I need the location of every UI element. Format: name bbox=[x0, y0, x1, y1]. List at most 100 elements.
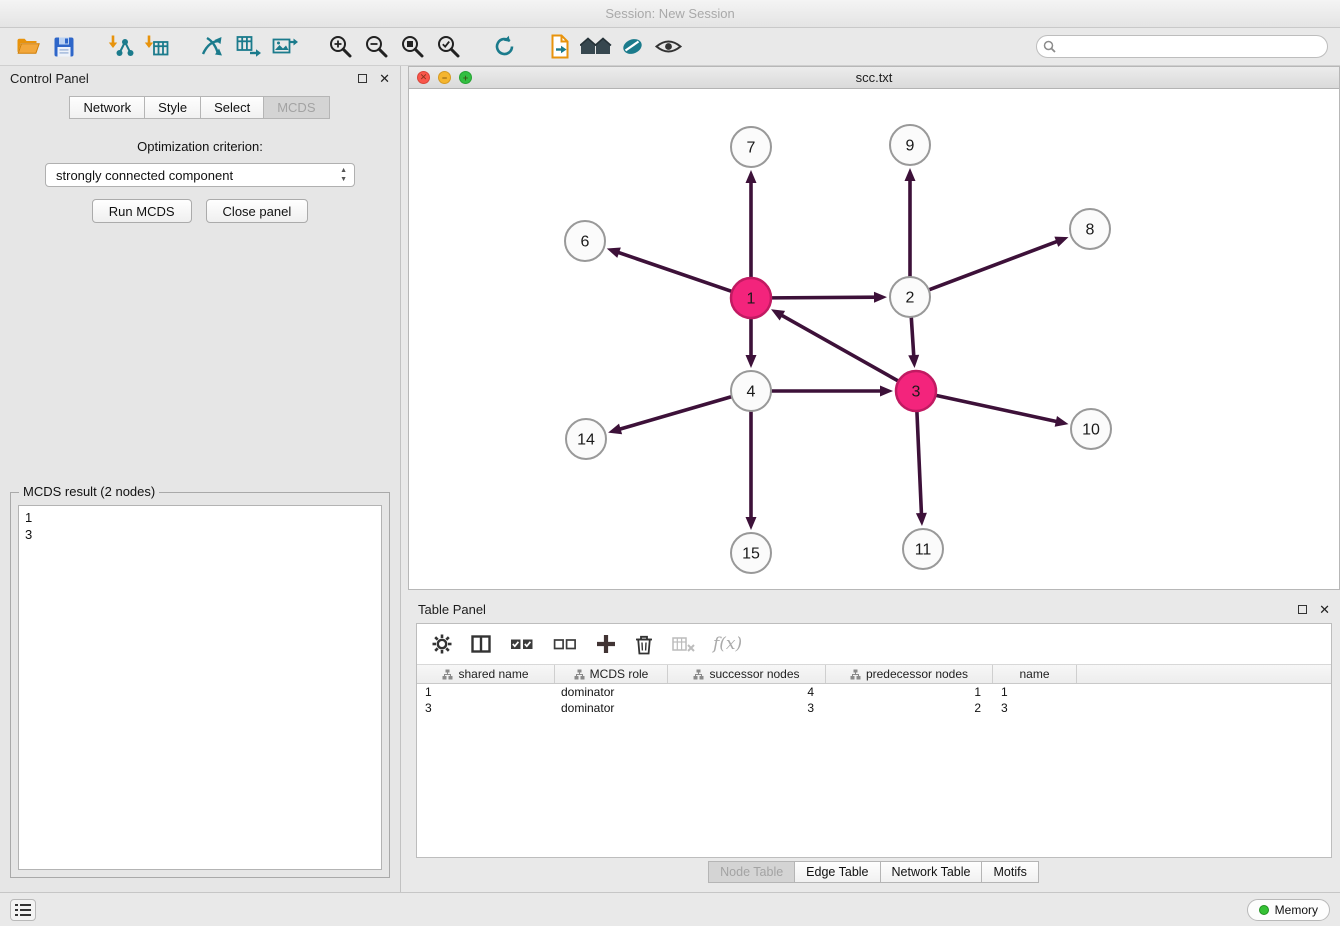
zoom-fit-button[interactable] bbox=[396, 31, 428, 63]
select-all-columns-icon[interactable] bbox=[509, 633, 535, 655]
column-header-predecessor-nodes[interactable]: predecessor nodes bbox=[826, 665, 993, 683]
import-network-button[interactable] bbox=[104, 31, 136, 63]
cell-mcds-role[interactable]: dominator bbox=[555, 685, 668, 699]
cell-name[interactable]: 1 bbox=[993, 685, 1077, 699]
close-window-icon[interactable]: ✕ bbox=[417, 71, 430, 84]
graph-edge-arrowhead bbox=[908, 355, 919, 368]
graph-edge-arrowhead bbox=[905, 168, 916, 181]
graph-node-label: 9 bbox=[906, 138, 915, 155]
apply-style-button[interactable] bbox=[616, 31, 648, 63]
show-graphics-button[interactable] bbox=[652, 31, 684, 63]
close-panel-icon[interactable]: ✕ bbox=[379, 72, 390, 85]
mcds-result-line: 1 bbox=[25, 509, 375, 526]
cell-successor-nodes[interactable]: 3 bbox=[668, 701, 826, 715]
graph-node-label: 6 bbox=[581, 234, 590, 251]
mcds-result-textarea[interactable]: 1 3 bbox=[18, 505, 382, 870]
graph-edge-1-2[interactable] bbox=[772, 297, 877, 298]
cell-shared-name[interactable]: 3 bbox=[417, 701, 555, 715]
cell-predecessor-nodes[interactable]: 2 bbox=[826, 701, 993, 715]
column-label: shared name bbox=[458, 667, 528, 681]
split-view-icon[interactable] bbox=[470, 633, 492, 655]
save-session-button[interactable] bbox=[48, 31, 80, 63]
float-panel-icon[interactable] bbox=[1298, 605, 1307, 614]
add-column-icon[interactable] bbox=[595, 633, 617, 655]
table-panel-content: f(x) shared name MCDS role successor nod… bbox=[416, 623, 1332, 858]
memory-status-icon bbox=[1259, 905, 1269, 915]
float-panel-icon[interactable] bbox=[358, 74, 367, 83]
graph-node-label: 2 bbox=[906, 290, 915, 307]
column-header-shared-name[interactable]: shared name bbox=[417, 665, 555, 683]
deselect-all-columns-icon[interactable] bbox=[552, 633, 578, 655]
criterion-dropdown[interactable]: strongly connected component ▲▼ bbox=[45, 163, 355, 187]
graph-edge-3-11[interactable] bbox=[917, 412, 922, 516]
network-from-selection-button[interactable] bbox=[196, 31, 228, 63]
task-history-button[interactable] bbox=[10, 899, 36, 921]
tab-style[interactable]: Style bbox=[144, 96, 201, 119]
zoom-in-icon bbox=[327, 33, 354, 60]
table-panel-header: Table Panel ✕ bbox=[408, 597, 1340, 621]
tab-network-table[interactable]: Network Table bbox=[880, 861, 983, 883]
zoom-selected-button[interactable] bbox=[432, 31, 464, 63]
tab-motifs[interactable]: Motifs bbox=[981, 861, 1038, 883]
toolbar-separator bbox=[524, 46, 540, 47]
graph-node-label: 1 bbox=[747, 291, 756, 308]
graph-edge-1-6[interactable] bbox=[616, 252, 731, 291]
import-table-icon bbox=[143, 33, 170, 60]
search-input[interactable] bbox=[1036, 35, 1328, 58]
window-traffic-lights: ✕ − + bbox=[417, 71, 472, 84]
gear-icon[interactable] bbox=[431, 633, 453, 655]
column-header-successor-nodes[interactable]: successor nodes bbox=[668, 665, 826, 683]
column-header-name[interactable]: name bbox=[993, 665, 1077, 683]
network-view-titlebar[interactable]: ✕ − + scc.txt bbox=[409, 67, 1339, 89]
criterion-dropdown-value: strongly connected component bbox=[56, 168, 233, 183]
cell-shared-name[interactable]: 1 bbox=[417, 685, 555, 699]
graph-edge-arrowhead bbox=[746, 517, 757, 530]
refresh-button[interactable] bbox=[488, 31, 520, 63]
clone-network-button[interactable] bbox=[232, 31, 264, 63]
graph-edge-3-1[interactable] bbox=[780, 314, 898, 380]
tab-node-table[interactable]: Node Table bbox=[708, 861, 795, 883]
zoom-in-button[interactable] bbox=[324, 31, 356, 63]
graph-edge-2-8[interactable] bbox=[930, 241, 1059, 290]
close-panel-icon[interactable]: ✕ bbox=[1319, 603, 1330, 616]
zoom-out-button[interactable] bbox=[360, 31, 392, 63]
tab-select[interactable]: Select bbox=[200, 96, 264, 119]
table-row[interactable]: 3 dominator 3 2 3 bbox=[417, 700, 1331, 716]
graph-node-label: 15 bbox=[742, 546, 760, 563]
table-row[interactable]: 1 dominator 4 1 1 bbox=[417, 684, 1331, 700]
save-icon bbox=[52, 35, 76, 59]
minimize-window-icon[interactable]: − bbox=[438, 71, 451, 84]
table-panel-title: Table Panel bbox=[418, 602, 486, 617]
graph-node-label: 8 bbox=[1086, 222, 1095, 239]
network-canvas[interactable]: 7968124314101511 bbox=[409, 89, 1339, 589]
import-table-button[interactable] bbox=[140, 31, 172, 63]
style-icon bbox=[619, 33, 646, 60]
cell-mcds-role[interactable]: dominator bbox=[555, 701, 668, 715]
copy-network-button[interactable] bbox=[544, 31, 576, 63]
run-mcds-button[interactable]: Run MCDS bbox=[92, 199, 192, 223]
delete-column-icon[interactable] bbox=[634, 633, 654, 655]
home-layout-button[interactable] bbox=[580, 31, 612, 63]
cell-predecessor-nodes[interactable]: 1 bbox=[826, 685, 993, 699]
graph-edge-2-3[interactable] bbox=[911, 318, 914, 358]
tab-edge-table[interactable]: Edge Table bbox=[794, 861, 880, 883]
open-file-button[interactable] bbox=[12, 31, 44, 63]
cell-name[interactable]: 3 bbox=[993, 701, 1077, 715]
status-bar: Memory bbox=[0, 892, 1340, 926]
close-panel-button[interactable]: Close panel bbox=[206, 199, 309, 223]
graph-edge-4-14[interactable] bbox=[618, 397, 731, 430]
graph-node-label: 14 bbox=[577, 432, 595, 449]
tab-network[interactable]: Network bbox=[69, 96, 145, 119]
export-image-button[interactable] bbox=[268, 31, 300, 63]
maximize-window-icon[interactable]: + bbox=[459, 71, 472, 84]
function-builder-icon: f(x) bbox=[713, 634, 742, 654]
column-header-mcds-role[interactable]: MCDS role bbox=[555, 665, 668, 683]
column-label: MCDS role bbox=[590, 667, 649, 681]
eye-icon bbox=[654, 33, 683, 60]
cell-successor-nodes[interactable]: 4 bbox=[668, 685, 826, 699]
tab-mcds[interactable]: MCDS bbox=[263, 96, 329, 119]
graph-edge-3-10[interactable] bbox=[937, 395, 1059, 422]
column-label: successor nodes bbox=[709, 667, 799, 681]
dropdown-stepper-icon: ▲▼ bbox=[340, 166, 347, 184]
memory-button[interactable]: Memory bbox=[1247, 899, 1330, 921]
